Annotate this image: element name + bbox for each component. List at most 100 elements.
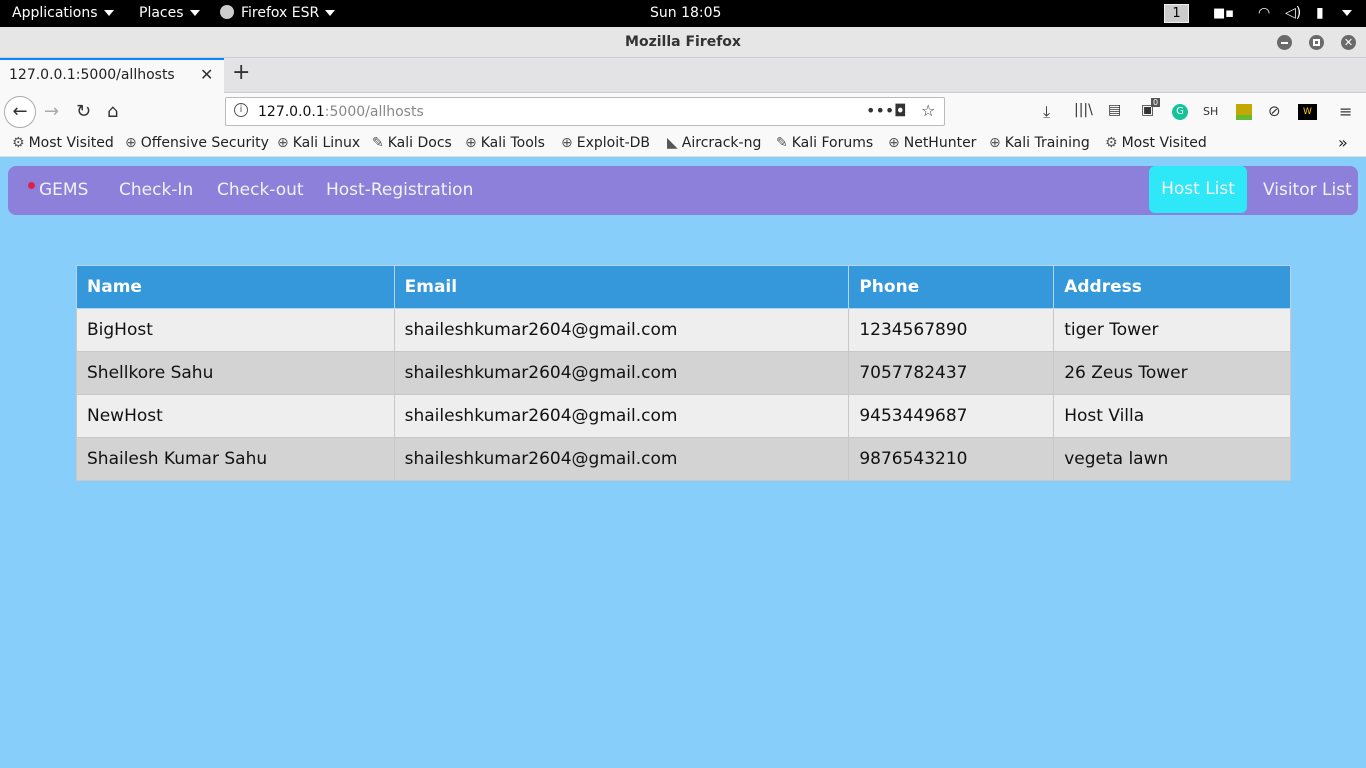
bookmark-label: Most Visited <box>1121 135 1207 151</box>
column-header-email: Email <box>393 265 850 309</box>
bookmark-label: Exploit-DB <box>576 135 651 151</box>
sidebar-icon[interactable]: ▤ <box>1108 102 1121 118</box>
table-row: BigHost shaileshkumar2604@gmail.com 1234… <box>76 308 1291 352</box>
table-row: Shailesh Kumar Sahu shaileshkumar2604@gm… <box>76 437 1291 481</box>
bookmark-label: Kali Docs <box>387 135 452 151</box>
cell-phone: 7057782437 <box>848 351 1055 395</box>
nav-visitor-list[interactable]: Visitor List <box>1263 166 1352 215</box>
window-titlebar: Mozilla Firefox ✕ <box>0 27 1366 58</box>
url-path: :5000/allhosts <box>324 104 424 120</box>
minimize-button[interactable] <box>1277 35 1292 50</box>
places-label: Places <box>139 5 184 21</box>
places-menu[interactable]: Places <box>139 0 200 27</box>
bookmark-item[interactable]: ⊕ Kali Linux <box>277 135 360 151</box>
bookmark-item[interactable]: ✎ Kali Forums <box>776 135 873 151</box>
close-tab-icon[interactable]: ✕ <box>200 65 213 84</box>
volume-icon[interactable]: ◁) <box>1285 0 1301 27</box>
chevron-down-icon <box>325 10 336 16</box>
reload-button[interactable]: ↻ <box>76 98 91 126</box>
system-top-bar: Applications Places Firefox ESR Sun 18:0… <box>0 0 1366 27</box>
brand-link[interactable]: GEMS <box>28 166 88 215</box>
cell-name: Shellkore Sahu <box>76 351 395 395</box>
bookmarks-overflow-icon[interactable]: » <box>1338 133 1348 152</box>
battery-icon[interactable]: ▮ <box>1316 0 1324 27</box>
back-button[interactable]: ← <box>4 96 36 128</box>
back-arrow-icon: ← <box>12 101 28 122</box>
close-window-button[interactable]: ✕ <box>1341 35 1356 50</box>
tab-strip: 127.0.0.1:5000/allhosts ✕ + <box>0 58 1366 94</box>
firefox-app-menu[interactable]: Firefox ESR <box>220 0 336 27</box>
extension-badge: 0 <box>1151 98 1161 107</box>
bookmark-item[interactable]: ⊕ NetHunter <box>888 135 976 151</box>
window-title: Mozilla Firefox <box>625 34 741 50</box>
info-icon[interactable]: i <box>234 103 248 117</box>
bookmark-item[interactable]: ◣ Aircrack-ng <box>667 135 761 151</box>
library-icon[interactable]: |||\ <box>1074 102 1093 118</box>
firefox-icon <box>220 5 234 19</box>
download-icon[interactable]: ⤓ <box>1043 102 1050 122</box>
sh-extension-icon[interactable]: SH <box>1203 105 1218 118</box>
gear-icon: ⚙ <box>1105 135 1118 151</box>
globe-icon: ⊕ <box>561 135 573 151</box>
app-navbar: GEMS Check-In Check-out Host-Registratio… <box>8 166 1358 215</box>
hosts-table: Name Email Phone Address BigHost shailes… <box>76 265 1291 481</box>
globe-icon: ⊕ <box>989 135 1001 151</box>
cell-address: tiger Tower <box>1053 308 1291 352</box>
bookmark-item[interactable]: ⊕ Kali Training <box>989 135 1090 151</box>
page-content: GEMS Check-In Check-out Host-Registratio… <box>0 157 1366 768</box>
grammarly-icon[interactable]: G <box>1172 104 1188 120</box>
forward-arrow-icon: → <box>44 101 60 122</box>
bookmark-label: Kali Training <box>1004 135 1090 151</box>
brand-label: GEMS <box>39 180 89 200</box>
bookmark-label: Most Visited <box>28 135 114 151</box>
home-button[interactable]: ⌂ <box>107 98 118 126</box>
system-menu-chevron-icon[interactable] <box>1336 0 1352 27</box>
reload-icon: ↻ <box>76 101 92 122</box>
pocket-icon[interactable]: ◘ <box>894 101 907 120</box>
url-text[interactable]: 127.0.0.1:5000/allhosts <box>258 104 424 120</box>
applications-label: Applications <box>12 5 98 21</box>
column-header-address: Address <box>1053 265 1291 309</box>
column-header-name: Name <box>76 265 395 309</box>
wifi-icon[interactable]: ◠ <box>1258 0 1270 27</box>
cell-address: Host Villa <box>1053 394 1291 438</box>
table-row: Shellkore Sahu shaileshkumar2604@gmail.c… <box>76 351 1291 395</box>
nav-check-out[interactable]: Check-out <box>217 166 304 215</box>
url-bar[interactable]: i 127.0.0.1:5000/allhosts ••• ◘ ☆ <box>225 97 945 126</box>
bookmark-label: Kali Tools <box>480 135 545 151</box>
forward-button[interactable]: → <box>44 98 59 126</box>
firefox-menu-label: Firefox ESR <box>241 5 320 21</box>
nav-host-registration[interactable]: Host-Registration <box>326 166 473 215</box>
chevron-down-icon <box>103 10 114 16</box>
wappalyzer-icon[interactable]: W <box>1298 104 1317 120</box>
workspace-indicator[interactable]: 1 <box>1164 4 1189 23</box>
cell-name: Shailesh Kumar Sahu <box>76 437 395 481</box>
nav-host-list[interactable]: Host List <box>1149 166 1247 213</box>
vpn-icon[interactable]: ⊘ <box>1268 102 1281 120</box>
applications-menu[interactable]: Applications <box>12 0 114 27</box>
maximize-button[interactable] <box>1309 35 1324 50</box>
minecraft-icon[interactable] <box>1236 104 1252 120</box>
bookmark-label: Aircrack-ng <box>681 135 762 151</box>
column-header-phone: Phone <box>848 265 1055 309</box>
bookmark-label: Offensive Security <box>140 135 269 151</box>
page-actions-icon[interactable]: ••• <box>866 101 894 120</box>
cell-phone: 9453449687 <box>848 394 1055 438</box>
brand-logo-icon <box>28 182 35 189</box>
clock[interactable]: Sun 18:05 <box>650 0 721 27</box>
close-icon: ✕ <box>1343 36 1354 49</box>
nav-check-in[interactable]: Check-In <box>119 166 193 215</box>
new-tab-button[interactable]: + <box>232 60 250 85</box>
bookmark-item[interactable]: ⊕ Exploit-DB <box>561 135 650 151</box>
bookmark-star-icon[interactable]: ☆ <box>921 101 935 120</box>
cell-address: 26 Zeus Tower <box>1053 351 1291 395</box>
bookmark-item[interactable]: ⊕ Kali Tools <box>465 135 545 151</box>
bookmark-item[interactable]: ⚙ Most Visited <box>1105 135 1207 151</box>
bookmark-item[interactable]: ⚙ Most Visited <box>12 135 114 151</box>
camera-icon[interactable]: ■▪ <box>1213 0 1234 27</box>
hamburger-menu-icon[interactable]: ≡ <box>1339 102 1352 121</box>
bookmark-item[interactable]: ⊕ Offensive Security <box>125 135 269 151</box>
bookmark-item[interactable]: ✎ Kali Docs <box>372 135 452 151</box>
tab-allhosts[interactable]: 127.0.0.1:5000/allhosts ✕ <box>0 58 224 94</box>
bookmark-label: Kali Linux <box>292 135 361 151</box>
